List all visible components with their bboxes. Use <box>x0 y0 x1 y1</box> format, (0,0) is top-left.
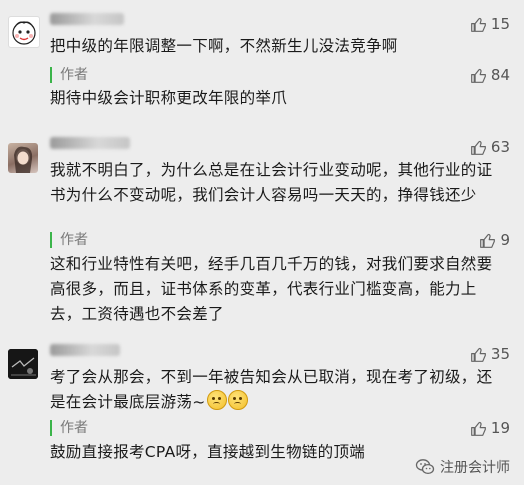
author-reply-text: 期待中级会计职称更改年限的举爪 <box>50 89 288 107</box>
author-reply-label: 作者 <box>50 420 88 436</box>
photo-avatar-icon <box>14 146 33 173</box>
thumbs-up-icon <box>471 421 486 436</box>
like-button[interactable]: 9 <box>479 231 510 249</box>
avatar[interactable] <box>8 16 40 48</box>
awkward-smile-emoji-icon <box>227 390 248 410</box>
thumbs-up-icon <box>471 68 486 83</box>
dark-photo-avatar-icon <box>8 349 38 379</box>
thumbs-up-icon <box>480 233 496 248</box>
username-blurred <box>50 344 120 356</box>
like-count: 35 <box>490 345 510 363</box>
comment-feed: 15 把中级的年限调整一下啊，不然新生儿没法竞争啊 作者 84 期待中级会计职称… <box>0 0 524 485</box>
like-count: 63 <box>490 138 510 156</box>
like-button[interactable]: 63 <box>470 138 510 156</box>
like-button[interactable]: 19 <box>470 419 510 437</box>
cartoon-avatar-icon <box>12 21 36 45</box>
thumbs-up-icon <box>471 347 486 362</box>
like-button[interactable]: 84 <box>470 66 510 84</box>
avatar[interactable] <box>8 349 38 379</box>
author-reply-label: 作者 <box>50 232 88 248</box>
author-reply-label: 作者 <box>50 67 88 83</box>
watermark-text: 注册会计师 <box>440 460 510 476</box>
like-count: 84 <box>490 66 510 84</box>
comment-text: 考了会从那会，不到一年被告知会从已取消，现在考了初级，还是在会计最底层游荡~ <box>50 365 505 415</box>
avatar[interactable] <box>8 143 38 173</box>
comment-text: 把中级的年限调整一下啊，不然新生儿没法竞争啊 <box>50 37 398 55</box>
author-reply-text: 这和行业特性有关吧，经手几百几千万的钱，对我们要求自然要高很多，而且，证书体系的… <box>50 255 493 323</box>
wechat-icon <box>415 459 435 475</box>
username-blurred <box>50 13 124 25</box>
comment-text-content: 考了会从那会，不到一年被告知会从已取消，现在考了初级，还是在会计最底层游荡~ <box>50 368 493 411</box>
comment-text: 我就不明白了，为什么总是在让会计行业变动呢，其他行业的证书为什么不变动呢，我们会… <box>50 161 493 204</box>
thumbs-up-icon <box>471 17 486 32</box>
username-blurred <box>50 137 130 149</box>
like-count: 19 <box>490 419 510 437</box>
like-button[interactable]: 15 <box>470 15 510 33</box>
like-count: 15 <box>490 15 510 33</box>
thumbs-up-icon <box>471 140 486 155</box>
like-count: 9 <box>500 231 510 249</box>
like-button[interactable]: 35 <box>470 345 510 363</box>
watermark: 注册会计师 <box>415 457 510 477</box>
awkward-smile-emoji-icon <box>206 390 227 410</box>
